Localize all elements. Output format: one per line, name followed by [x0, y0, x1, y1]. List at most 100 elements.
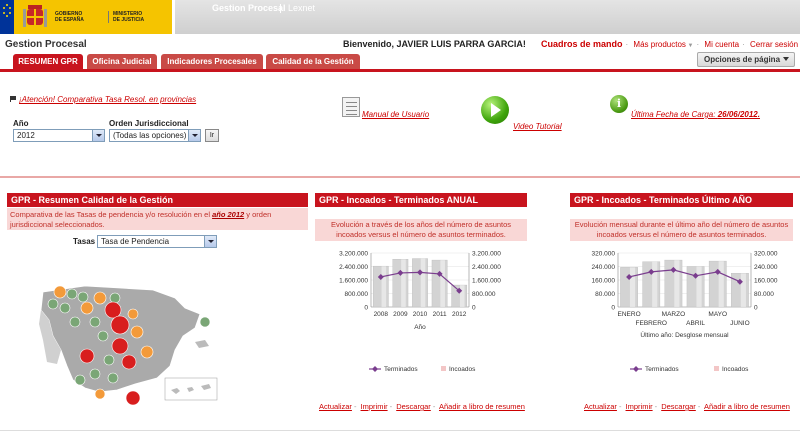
bar-highlight [420, 258, 426, 307]
legend-marker [633, 366, 639, 372]
fecha-prefix: Última Fecha de Carga: [631, 110, 718, 119]
section-divider [0, 176, 800, 178]
panel-resumen-calidad-desc: Comparativa de las Tasas de pendencia y/… [7, 208, 308, 230]
chevron-down-icon: ▼ [685, 43, 694, 49]
cerrar-sesion-link[interactable]: Cerrar sesión [750, 40, 798, 49]
tab-resumen-gpr[interactable]: RESUMEN GPR [13, 54, 83, 70]
welcome-message: Bienvenido, JAVIER LUIS PARRA GARCIA! [343, 39, 526, 49]
x-tick-label: ENERO [618, 311, 641, 318]
orden-select[interactable]: (Todas las opciones) [109, 129, 201, 142]
bar-highlight [459, 285, 465, 307]
gobierno-text: GOBIERNO DE ESPAÑA [55, 11, 84, 23]
map-dot [80, 301, 94, 315]
y-tick-label-left: 320.000 [592, 251, 616, 258]
y-tick-label-left: 0 [364, 305, 368, 312]
x-tick-label: FEBRERO [636, 320, 667, 327]
spain-map[interactable] [25, 280, 225, 410]
alert-text: ¡Atención! Comparativa Tasa Resol. en pr… [19, 95, 197, 104]
map-dot [199, 316, 211, 328]
mi-cuenta-link[interactable]: Mi cuenta [704, 40, 739, 49]
map-dot [107, 372, 119, 384]
anio-select[interactable]: 2012 [13, 129, 105, 142]
info-icon: i [610, 95, 628, 113]
bar-highlight [401, 259, 406, 307]
actualizar-link[interactable]: Actualizar [584, 402, 617, 411]
imprimir-link[interactable]: Imprimir [626, 402, 653, 411]
bar-highlight [652, 261, 658, 307]
tasas-select[interactable]: Tasa de Pendencia [97, 235, 217, 248]
panel-anual-title: GPR - Incoados - Terminados ANUAL [315, 193, 527, 207]
map-dot [89, 316, 101, 328]
panel-ultimo-anio-desc: Evolución mensual durante el último año … [570, 219, 793, 241]
chart-ultimo-anio: 0 0 80.000 80.000 160.000 160.000 240.000 240.0… [592, 251, 778, 374]
map-dot [121, 354, 137, 370]
top-tab-gestion-procesal[interactable]: Gestion Procesal [212, 3, 286, 13]
y-tick-label-left: 3.200.000 [339, 251, 368, 258]
coat-of-arms-icon [23, 5, 47, 27]
imprimir-link[interactable]: Imprimir [361, 402, 388, 411]
x-tick-label: 2009 [393, 311, 408, 318]
balearic-shape [195, 340, 209, 348]
anio-value: 2012 [17, 131, 35, 140]
anadir-libro-link[interactable]: Añadir a libro de resumen [439, 402, 525, 411]
manual-document-icon[interactable] [342, 97, 360, 117]
bar-incoados [642, 261, 661, 308]
bar-highlight [629, 267, 636, 307]
y-tick-label-left: 160.000 [592, 278, 616, 285]
top-tab-lexnet[interactable]: Lexnet [288, 3, 315, 13]
y-tick-label-left: 1.600.000 [339, 278, 368, 285]
user-links: Cuadros de mando · Más productos ▼ · Mi cu… [541, 39, 799, 49]
y-tick-label-right: 0 [754, 305, 758, 312]
map-dot [59, 302, 71, 314]
y-tick-label-left: 2.400.000 [339, 264, 368, 271]
map-dot [104, 301, 122, 319]
x-tick-label: JUNIO [730, 320, 750, 327]
panel-ultimo-anio-title: GPR - Incoados - Terminados Último AÑO [570, 193, 793, 207]
cuadros-de-mando-link[interactable]: Cuadros de mando [541, 39, 623, 49]
x-tick-label: MARZO [662, 311, 685, 318]
actualizar-link[interactable]: Actualizar [319, 402, 352, 411]
map-dot [111, 337, 129, 355]
descargar-link[interactable]: Descargar [396, 402, 431, 411]
tab-calidad-gestion[interactable]: Calidad de la Gestión [266, 54, 360, 70]
y-tick-label-left: 240.000 [592, 264, 616, 271]
y-tick-label-right: 0 [472, 305, 476, 312]
x-tick-label: 2012 [452, 311, 467, 318]
x-tick-label: 2011 [433, 311, 447, 318]
tab-indicadores-procesales[interactable]: Indicadores Procesales [161, 54, 263, 70]
ir-button[interactable]: Ir [205, 129, 219, 142]
dropdown-arrow-icon [92, 130, 104, 141]
app-title: Gestion Procesal [5, 39, 87, 50]
map-dot [89, 368, 101, 380]
mas-productos-link[interactable]: Más productos [633, 40, 685, 49]
y-tick-label-left: 80.000 [595, 291, 615, 298]
flag-icon [10, 96, 16, 102]
panel-ultimo-anio-actions: Actualizar - Imprimir - Descargar - Añadir … [584, 402, 790, 411]
play-icon[interactable] [481, 96, 509, 124]
bottom-border [0, 430, 800, 431]
descargar-link[interactable]: Descargar [661, 402, 696, 411]
tasas-label: Tasas [73, 237, 96, 246]
anadir-libro-link[interactable]: Añadir a libro de resumen [704, 402, 790, 411]
y-tick-label-left: 800.000 [345, 291, 369, 298]
tab-oficina-judicial[interactable]: Oficina Judicial [87, 54, 157, 70]
map-dot [66, 288, 78, 300]
manual-usuario-link[interactable]: Manual de Usuario [362, 110, 429, 119]
canarias-shape [171, 384, 211, 394]
fecha-value: 26/06/2012. [717, 110, 760, 119]
video-tutorial-link[interactable]: Video Tutorial [513, 122, 562, 131]
map-dot [130, 325, 144, 339]
map-dot [93, 291, 107, 305]
legend-label-incoados: Incoados [722, 366, 749, 373]
y-tick-label-left: 0 [611, 305, 615, 312]
fecha-carga-text[interactable]: Última Fecha de Carga: 26/06/2012. [631, 110, 760, 119]
map-dot [103, 354, 115, 366]
y-tick-label-right: 3.200.000 [472, 251, 501, 258]
y-tick-label-right: 320.000 [754, 251, 778, 258]
alert-comparativa-link[interactable]: ¡Atención! Comparativa Tasa Resol. en pr… [10, 95, 196, 104]
orden-label: Orden Jurisdiccional [109, 119, 189, 128]
opciones-de-pagina-button[interactable]: Opciones de página [697, 52, 795, 67]
chevron-down-icon [783, 57, 789, 61]
tasas-value: Tasa de Pendencia [101, 237, 170, 246]
map-dot [110, 315, 130, 335]
